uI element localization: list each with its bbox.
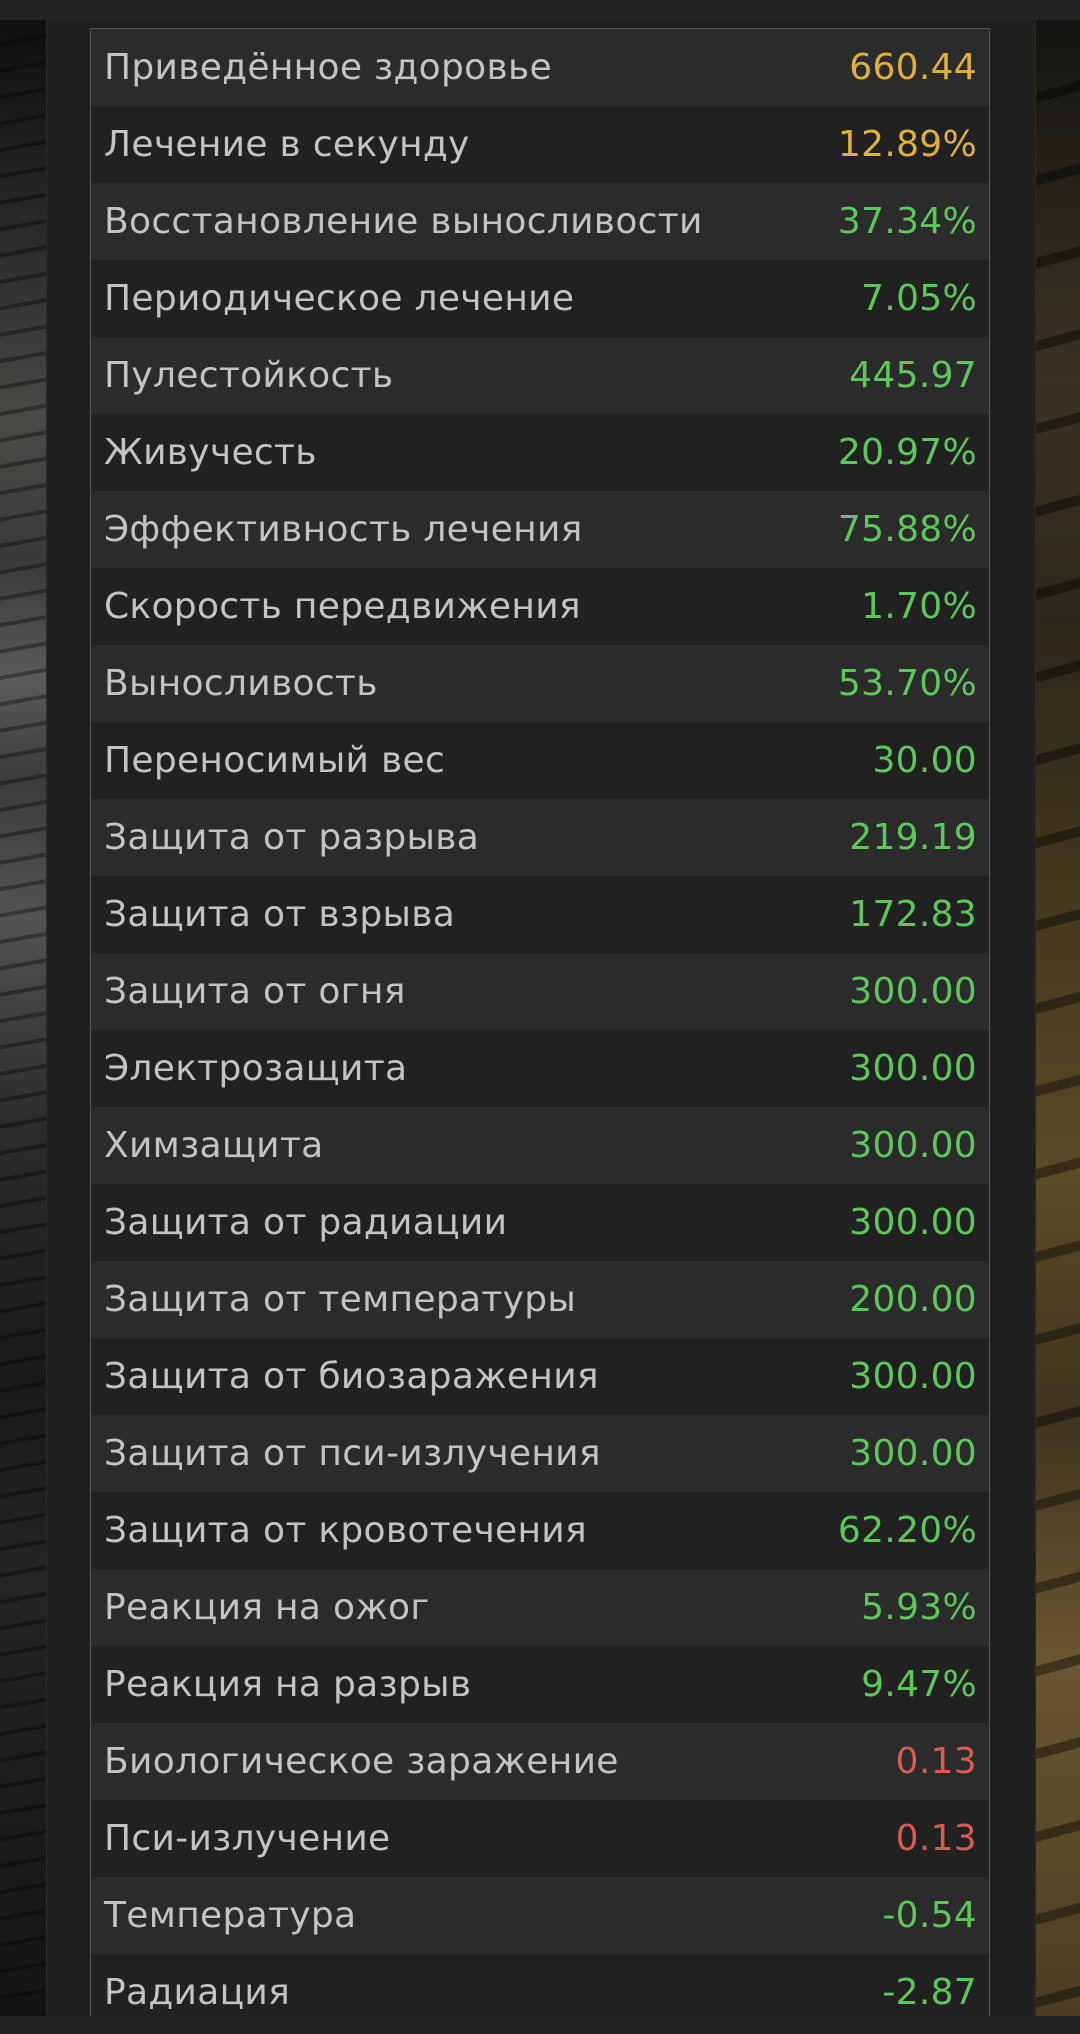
stat-value: 7.05%: [861, 278, 977, 319]
stat-label: Химзащита: [104, 1125, 324, 1166]
stat-value: 200.00: [849, 1279, 977, 1320]
stat-label: Защита от температуры: [104, 1279, 577, 1320]
stat-label: Скорость передвижения: [104, 586, 581, 627]
stat-row: Электрозащита 300.00: [91, 1030, 989, 1107]
stat-row: Живучесть 20.97%: [91, 414, 989, 491]
stat-value: -2.87: [882, 1972, 977, 2013]
stat-row: Эффективность лечения 75.88%: [91, 491, 989, 568]
stat-label: Биологическое заражение: [104, 1741, 619, 1782]
stat-value: 30.00: [872, 740, 977, 781]
stat-label: Электрозащита: [104, 1048, 408, 1089]
stat-value: 53.70%: [837, 663, 977, 704]
stat-value: 300.00: [849, 1356, 977, 1397]
stat-row: Защита от температуры 200.00: [91, 1261, 989, 1338]
stat-value: 660.44: [849, 47, 977, 88]
stat-row: Восстановление выносливости 37.34%: [91, 183, 989, 260]
stat-label: Защита от разрыва: [104, 817, 480, 858]
stat-value: 300.00: [849, 1202, 977, 1243]
stat-value: 20.97%: [837, 432, 977, 473]
stat-value: 37.34%: [837, 201, 977, 242]
stat-label: Периодическое лечение: [104, 278, 575, 319]
background-left: [0, 20, 46, 2016]
stat-label: Реакция на разрыв: [104, 1664, 472, 1705]
bottom-bar: [0, 2016, 1080, 2034]
stat-label: Защита от биозаражения: [104, 1356, 599, 1397]
stat-row: Защита от кровотечения 62.20%: [91, 1492, 989, 1569]
stat-row: Реакция на разрыв 9.47%: [91, 1646, 989, 1723]
stat-row: Выносливость 53.70%: [91, 645, 989, 722]
stat-value: 62.20%: [837, 1510, 977, 1551]
stat-row: Пси-излучение 0.13: [91, 1800, 989, 1877]
top-bar: [0, 0, 1080, 21]
stat-row: Защита от взрыва 172.83: [91, 876, 989, 953]
stat-value: 300.00: [849, 1048, 977, 1089]
stat-label: Радиация: [104, 1972, 291, 2013]
stat-row: Защита от разрыва 219.19: [91, 799, 989, 876]
stat-value: 0.13: [895, 1741, 977, 1782]
stat-value: 300.00: [849, 1125, 977, 1166]
stat-value: 300.00: [849, 971, 977, 1012]
stat-label: Восстановление выносливости: [104, 201, 703, 242]
stat-row: Периодическое лечение 7.05%: [91, 260, 989, 337]
stat-row: Лечение в секунду 12.89%: [91, 106, 989, 183]
stat-value: -0.54: [882, 1895, 977, 1936]
stats-table: Приведённое здоровье 660.44 Лечение в секу…: [90, 28, 990, 2031]
stat-value: 219.19: [849, 817, 977, 858]
stat-label: Защита от огня: [104, 971, 406, 1012]
stat-value: 75.88%: [837, 509, 977, 550]
stat-row: Температура -0.54: [91, 1877, 989, 1954]
stat-row: Защита от биозаражения 300.00: [91, 1338, 989, 1415]
stat-value: 9.47%: [861, 1664, 977, 1705]
stat-label: Защита от радиации: [104, 1202, 508, 1243]
stat-label: Переносимый вес: [104, 740, 446, 781]
stat-row: Биологическое заражение 0.13: [91, 1723, 989, 1800]
stat-label: Защита от взрыва: [104, 894, 456, 935]
stat-row: Химзащита 300.00: [91, 1107, 989, 1184]
stat-row: Защита от огня 300.00: [91, 953, 989, 1030]
stat-label: Выносливость: [104, 663, 378, 704]
stat-row: Защита от пси-излучения 300.00: [91, 1415, 989, 1492]
background-right: [1036, 20, 1080, 2016]
stat-row: Переносимый вес 30.00: [91, 722, 989, 799]
stat-value: 1.70%: [861, 586, 977, 627]
stat-label: Эффективность лечения: [104, 509, 583, 550]
stat-row: Пулестойкость 445.97: [91, 337, 989, 414]
stat-label: Пси-излучение: [104, 1818, 391, 1859]
stat-value: 300.00: [849, 1433, 977, 1474]
stat-label: Живучесть: [104, 432, 317, 473]
stat-value: 0.13: [895, 1818, 977, 1859]
stat-value: 12.89%: [837, 124, 977, 165]
stat-label: Реакция на ожог: [104, 1587, 430, 1628]
stat-label: Лечение в секунду: [104, 124, 470, 165]
stat-row: Скорость передвижения 1.70%: [91, 568, 989, 645]
stat-label: Защита от кровотечения: [104, 1510, 587, 1551]
stat-row: Реакция на ожог 5.93%: [91, 1569, 989, 1646]
stat-value: 445.97: [849, 355, 977, 396]
stat-label: Температура: [104, 1895, 357, 1936]
stat-value: 5.93%: [861, 1587, 977, 1628]
stat-row: Приведённое здоровье 660.44: [91, 29, 989, 106]
stat-label: Защита от пси-излучения: [104, 1433, 601, 1474]
stat-value: 172.83: [849, 894, 977, 935]
stat-label: Приведённое здоровье: [104, 47, 552, 88]
stat-row: Защита от радиации 300.00: [91, 1184, 989, 1261]
stat-label: Пулестойкость: [104, 355, 394, 396]
